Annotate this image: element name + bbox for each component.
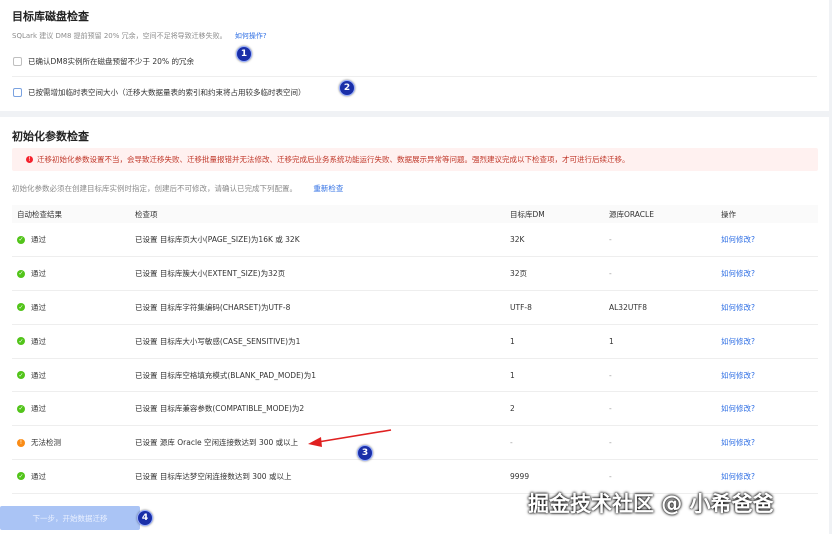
annotation-arrow <box>308 429 392 447</box>
arrow-head <box>308 437 322 447</box>
watermark-text: 掘金技术社区 @ 小希爸爸 <box>528 492 774 516</box>
arrow-shaft <box>317 429 392 443</box>
